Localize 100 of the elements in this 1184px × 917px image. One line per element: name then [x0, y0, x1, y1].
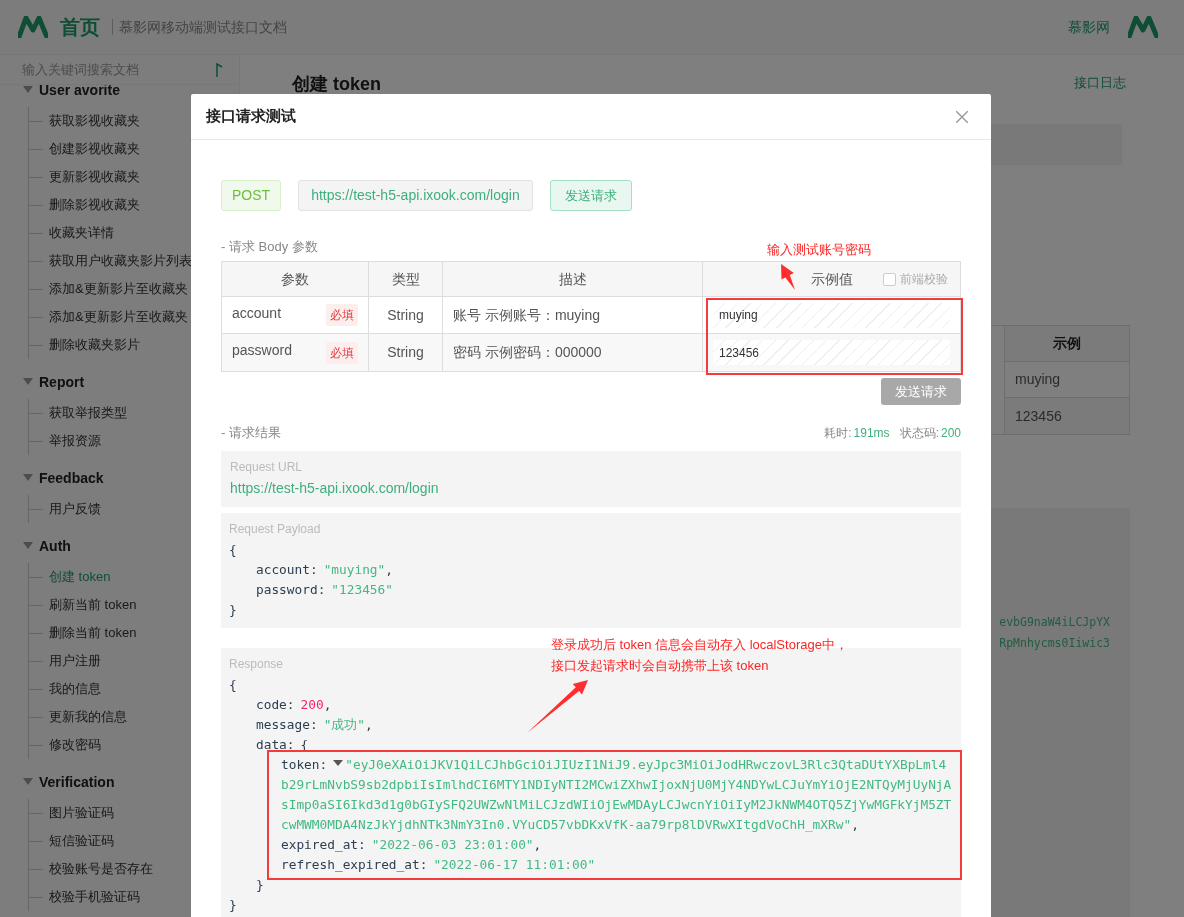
group-title[interactable]: Auth: [39, 535, 71, 557]
url-field[interactable]: https://test-h5-api.ixook.com/login: [298, 180, 533, 211]
code-brace: }: [229, 895, 238, 914]
table-cell-text: String: [387, 305, 424, 325]
code-string: "eyJ0eXAiOiJKV1QiLCJhbGciOiJIUzI1NiJ9.eyJpc3MiOiJodHRwczovL3Rlc3QtaDUtYXBpLml4: [345, 756, 947, 772]
caret-down-icon[interactable]: [333, 760, 344, 767]
param-name: account: [232, 303, 282, 323]
annotation-text: 登录成功后 token 信息会自动存入 localStorage中，: [551, 636, 848, 654]
log-link[interactable]: 接口日志: [1074, 73, 1126, 93]
sidebar-item[interactable]: 创建影视收藏夹: [49, 139, 140, 159]
column-header: 描述: [558, 269, 587, 289]
code-string: b29rLmNvbS9sb2dpbiIsImlhdCI6MTY1NDIyNTI2MCwiZXhwIjoxNjU0MjY4NDYwLCJuYmYiOjE2NTQyMjUyNjA: [281, 776, 952, 792]
code-string: sImp0aSI6Ikd3d1g0bGIySFQ2UWZwNlMiLCJzdWIiOjEwMDAyLCJwcnYiOiIyM2JkNWM4OTQ5ZjYwMGFkYjM5ZT: [281, 796, 952, 812]
group-title[interactable]: User avorite: [39, 85, 120, 101]
site-name[interactable]: 慕影网: [1068, 16, 1110, 38]
column-header: 示例: [1005, 326, 1129, 363]
code-punctuation: ,: [533, 836, 542, 852]
value-input[interactable]: 123456: [713, 340, 950, 365]
sidebar-item[interactable]: 删除影视收藏夹: [49, 195, 140, 215]
code-key: data:: [256, 734, 295, 755]
group-title[interactable]: Report: [39, 371, 85, 393]
table-cell: 123456: [1005, 398, 1129, 435]
sidebar-item[interactable]: 用户注册: [49, 651, 101, 671]
sidebar-item[interactable]: 更新我的信息: [49, 707, 127, 727]
table-cell-text: String: [387, 343, 424, 362]
param-name: password: [232, 341, 292, 360]
send-button[interactable]: 发送请求: [549, 180, 632, 211]
sidebar-item[interactable]: 校验手机验证码: [49, 887, 140, 907]
required-badge: 必填: [326, 341, 358, 364]
checkbox[interactable]: [883, 272, 896, 286]
sidebar-item[interactable]: 图片验证码: [49, 803, 114, 823]
code-key: refresh_expired_at:: [281, 856, 428, 872]
section-label: - 请求 Body 参数: [221, 239, 318, 255]
panel-label: Request Payload: [229, 520, 321, 537]
sidebar-item[interactable]: 用户反馈: [49, 499, 101, 519]
code-line: evbG9naW4iLCJpYX: [999, 614, 1110, 632]
table-cell-text: 账号 示例账号：muying: [453, 305, 601, 325]
group-title[interactable]: Verification: [39, 771, 115, 793]
timing-label: 耗时:: [824, 424, 852, 442]
sidebar-item[interactable]: 创建 token: [49, 567, 111, 587]
close-icon[interactable]: [956, 110, 968, 123]
code-string: cwMWM0MDA4NzJkYjdhNTk3NmY3In0.VYuCD57vbDKxVfK-aa79rp8lDVRwXItgdVoChH_mXRw": [281, 816, 852, 832]
home-title[interactable]: 首页: [60, 12, 100, 42]
panel-label: Response: [229, 655, 284, 672]
sidebar-item[interactable]: 添加&更新影片至收藏夹: [49, 307, 188, 327]
code-key: token:: [281, 756, 328, 772]
code-key: password:: [256, 581, 326, 597]
code-key: message:: [256, 716, 318, 732]
sidebar-item[interactable]: 修改密码: [49, 735, 101, 755]
column-header: 参数: [281, 269, 309, 289]
code-string: "123456": [331, 581, 393, 597]
code-key: code:: [256, 696, 295, 712]
sidebar-item[interactable]: 举报资源: [49, 431, 101, 451]
section-label: - 请求结果: [221, 424, 281, 442]
sidebar-item[interactable]: 获取影视收藏夹: [49, 111, 140, 131]
code-string: "2022-06-17 11:01:00": [433, 856, 596, 872]
request-url[interactable]: https://test-h5-api.ixook.com/login: [230, 476, 952, 499]
sidebar-item[interactable]: 校验账号是否存在: [49, 859, 153, 879]
code-brace: {: [229, 540, 238, 559]
required-badge: 必填: [326, 304, 358, 326]
code-brace: }: [229, 600, 238, 619]
sidebar-item[interactable]: 获取用户收藏夹影片列表: [49, 251, 192, 271]
code-string: "2022-06-03 23:01:00": [371, 836, 534, 852]
code-punctuation: ,: [851, 816, 859, 832]
search-icon[interactable]: [215, 62, 223, 77]
sidebar-item[interactable]: 短信验证码: [49, 831, 114, 851]
status-label: 状态码:: [899, 424, 939, 442]
code-string: "muying": [323, 561, 386, 577]
method-badge: POST: [221, 180, 282, 211]
sidebar-item[interactable]: 刷新当前 token: [49, 595, 137, 615]
checkbox-label: 前端校验: [900, 271, 948, 288]
sidebar-item[interactable]: 收藏夹详情: [49, 223, 114, 243]
code-key: account:: [256, 561, 318, 577]
code-punctuation: ,: [385, 561, 393, 577]
panel-label: Request URL: [230, 458, 304, 475]
sidebar-item[interactable]: 获取举报类型: [49, 403, 127, 423]
table-cell-text: 密码 示例密码：000000: [453, 343, 602, 362]
logo-icon: [1128, 16, 1158, 38]
sidebar-item[interactable]: 我的信息: [49, 679, 101, 699]
value-input[interactable]: muying: [713, 302, 950, 328]
sidebar-item[interactable]: 删除收藏夹影片: [49, 335, 140, 355]
code-line: RpMnhycms0Iiwic3: [999, 635, 1110, 653]
code-key: expired_at:: [281, 836, 366, 852]
code-punctuation: ,: [323, 696, 332, 712]
sidebar-item[interactable]: 删除当前 token: [49, 623, 137, 643]
code-brace: }: [256, 875, 265, 894]
code-string: "成功": [323, 716, 366, 732]
annotation-arrow: [781, 264, 795, 290]
sidebar-item[interactable]: 添加&更新影片至收藏夹: [49, 279, 188, 299]
code-punctuation: ,: [365, 716, 373, 732]
group-title[interactable]: Feedback: [39, 467, 104, 489]
column-header: 示例值: [810, 269, 853, 289]
annotation-text: 接口发起请求时会自动携带上该 token: [551, 657, 769, 675]
annotation-text: 输入测试账号密码: [767, 241, 871, 259]
logo-icon: [18, 16, 48, 38]
sidebar-item[interactable]: 更新影视收藏夹: [49, 167, 140, 187]
dialog-title: 接口请求测试: [206, 106, 296, 127]
code-number: 200: [300, 696, 324, 712]
column-header: 类型: [391, 269, 420, 289]
timing-value: 191ms: [853, 424, 890, 442]
